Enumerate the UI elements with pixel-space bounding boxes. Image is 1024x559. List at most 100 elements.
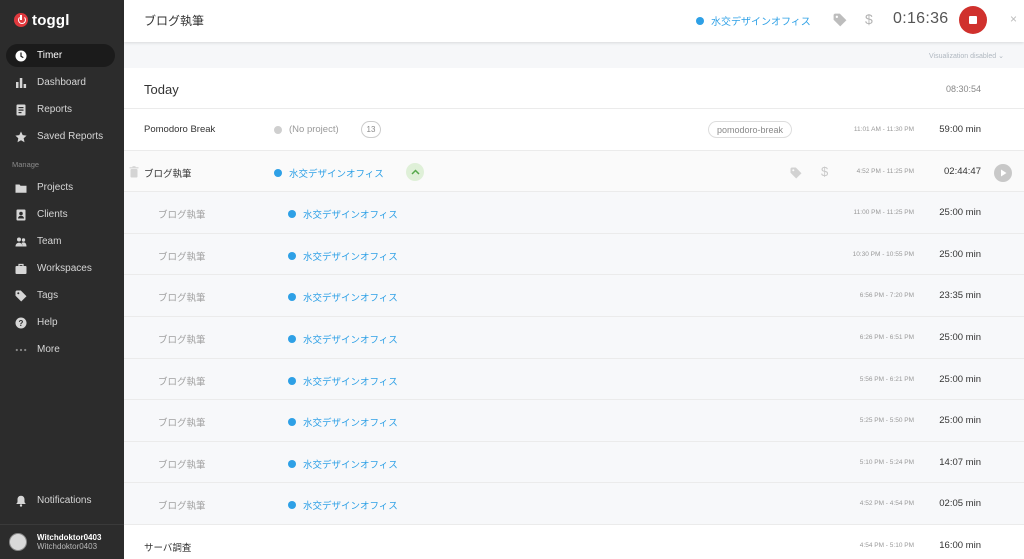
sidebar-item-notifications[interactable]: Notifications — [6, 489, 115, 512]
tag-icon[interactable] — [833, 13, 847, 27]
project-color-dot — [274, 125, 282, 134]
project-color-dot — [696, 16, 704, 25]
sidebar-item-timer[interactable]: Timer — [6, 44, 115, 67]
sidebar-item-label: Clients — [37, 209, 68, 220]
sidebar-item-workspaces[interactable]: Workspaces — [6, 257, 115, 280]
user-profile[interactable]: Witchdoktor0403 Witchdoktor0403 — [0, 524, 124, 559]
entry-description[interactable]: ブログ執筆 — [158, 374, 206, 388]
entry-duration[interactable]: 25:00 min — [939, 415, 981, 426]
svg-text:?: ? — [19, 319, 24, 328]
entry-project[interactable]: 水交デザインオフィス — [288, 290, 398, 304]
entry-description[interactable]: ブログ執筆 — [158, 249, 206, 263]
chevron-up-icon — [410, 169, 420, 175]
time-entry-sub-row[interactable]: ブログ執筆 水交デザインオフィス 10:30 PM - 10:55 PM 25:… — [124, 233, 1024, 276]
entry-description[interactable]: Pomodoro Break — [144, 124, 215, 135]
entry-project[interactable]: (No project) — [274, 124, 339, 135]
sidebar-item-help[interactable]: ? Help — [6, 311, 115, 334]
entry-time-range: 11:00 PM - 11:25 PM — [853, 209, 914, 217]
project-color-dot — [288, 210, 296, 219]
trash-icon[interactable] — [129, 165, 139, 178]
time-entry-sub-row[interactable]: ブログ執筆 水交デザインオフィス 11:00 PM - 11:25 PM 25:… — [124, 192, 1024, 234]
entry-description[interactable]: ブログ執筆 — [158, 457, 206, 471]
entry-project[interactable]: 水交デザインオフィス — [288, 498, 398, 512]
entry-project[interactable]: 水交デザインオフィス — [288, 207, 398, 221]
timer-project-label: 水交デザインオフィス — [711, 17, 811, 28]
entry-project[interactable]: 水交デザインオフィス — [288, 249, 398, 263]
stop-timer-button[interactable] — [959, 6, 987, 34]
tag-icon[interactable] — [790, 167, 802, 179]
project-color-dot — [288, 459, 296, 468]
entry-description[interactable]: ブログ執筆 — [158, 290, 206, 304]
entry-project[interactable]: 水交デザインオフィス — [274, 166, 384, 180]
sidebar-item-tags[interactable]: Tags — [6, 284, 115, 307]
time-entry-sub-row[interactable]: ブログ執筆 水交デザインオフィス 6:26 PM - 6:51 PM 25:00… — [124, 316, 1024, 359]
entry-duration[interactable]: 25:00 min — [939, 249, 981, 260]
entry-project-label: 水交デザインオフィス — [303, 334, 398, 346]
sidebar-item-label: Saved Reports — [37, 131, 104, 142]
time-entry-sub-row[interactable]: ブログ執筆 水交デザインオフィス 5:10 PM - 5:24 PM 14:07… — [124, 441, 1024, 484]
manage-section-label: Manage — [12, 160, 40, 169]
chevron-down-icon: ⌄ — [998, 53, 1004, 60]
visualization-toggle[interactable]: Visualization disabled ⌄ — [929, 52, 1004, 60]
entry-project-label: 水交デザインオフィス — [289, 168, 384, 180]
entry-duration[interactable]: 23:35 min — [939, 290, 981, 301]
sidebar-item-reports[interactable]: Reports — [6, 98, 115, 121]
timer-project-selector[interactable]: 水交デザインオフィス — [696, 13, 811, 28]
sidebar-item-projects[interactable]: Projects — [6, 176, 115, 199]
entry-duration[interactable]: 02:05 min — [939, 498, 981, 509]
sidebar-item-saved-reports[interactable]: Saved Reports — [6, 125, 115, 148]
entry-description[interactable]: サーバ調査 — [144, 540, 191, 554]
time-entry-sub-row[interactable]: ブログ執筆 水交デザインオフィス 5:25 PM - 5:50 PM 25:00… — [124, 400, 1024, 442]
billable-dollar-icon[interactable]: $ — [865, 11, 873, 27]
entry-project[interactable]: 水交デザインオフィス — [288, 415, 398, 429]
sidebar-item-more[interactable]: More — [6, 338, 115, 361]
entry-duration[interactable]: 25:00 min — [939, 207, 981, 218]
entry-description[interactable]: ブログ執筆 — [158, 332, 206, 346]
sidebar-item-label: Help — [37, 317, 58, 328]
power-logo-icon — [14, 13, 28, 27]
toggl-logo[interactable]: toggl — [14, 11, 70, 29]
entry-description[interactable]: ブログ執筆 — [158, 207, 206, 221]
entry-project-label: 水交デザインオフィス — [303, 293, 398, 305]
entry-description[interactable]: ブログ執筆 — [144, 166, 192, 180]
entry-description[interactable]: ブログ執筆 — [158, 415, 206, 429]
project-color-dot — [288, 501, 296, 510]
collapse-group-button[interactable] — [406, 162, 424, 181]
entry-duration[interactable]: 25:00 min — [939, 374, 981, 385]
sidebar-item-clients[interactable]: Clients — [6, 203, 115, 226]
close-icon[interactable]: × — [1010, 12, 1017, 26]
report-icon — [14, 103, 28, 117]
time-entry-sub-row[interactable]: ブログ執筆 水交デザインオフィス 5:56 PM - 6:21 PM 25:00… — [124, 358, 1024, 401]
group-count-badge[interactable]: 13 — [361, 121, 381, 138]
billable-dollar-icon[interactable]: $ — [821, 164, 828, 179]
tag-icon — [14, 289, 28, 303]
main-content: ブログ執筆 水交デザインオフィス $ 0:16:36 × Visualizati… — [124, 0, 1024, 559]
time-entry-sub-row[interactable]: ブログ執筆 水交デザインオフィス 4:52 PM - 4:54 PM 02:05… — [124, 483, 1024, 525]
visualization-label: Visualization disabled — [928, 53, 997, 60]
entry-project[interactable]: 水交デザインオフィス — [288, 332, 398, 346]
briefcase-icon — [14, 262, 28, 276]
play-icon — [1000, 169, 1006, 177]
clock-icon — [14, 49, 28, 63]
entry-project[interactable]: 水交デザインオフィス — [288, 374, 398, 388]
entry-duration[interactable]: 02:44:47 — [944, 166, 981, 177]
continue-button[interactable] — [994, 163, 1012, 182]
entry-duration[interactable]: 25:00 min — [939, 332, 981, 343]
entry-time-range: 5:56 PM - 6:21 PM — [859, 375, 914, 383]
timer-description-input[interactable]: ブログ執筆 — [144, 12, 204, 29]
sidebar-item-dashboard[interactable]: Dashboard — [6, 71, 115, 94]
entry-description[interactable]: ブログ執筆 — [158, 498, 206, 512]
time-entry-row[interactable]: Pomodoro Break (No project) 13 pomodoro-… — [124, 109, 1024, 151]
entry-project-label: 水交デザインオフィス — [303, 501, 398, 513]
bar-chart-icon — [14, 76, 28, 90]
time-entry-group-row[interactable]: ブログ執筆 水交デザインオフィス $ 4:52 PM - 11:25 PM 02… — [124, 150, 1024, 193]
entry-duration[interactable]: 59:00 min — [939, 124, 981, 135]
entry-project[interactable]: 水交デザインオフィス — [288, 457, 398, 471]
entry-duration[interactable]: 14:07 min — [939, 457, 981, 468]
time-entry-sub-row[interactable]: ブログ執筆 水交デザインオフィス 6:56 PM - 7:20 PM 23:35… — [124, 275, 1024, 317]
time-entry-row[interactable]: サーバ調査 4:54 PM - 5:10 PM 16:00 min — [124, 524, 1024, 559]
user-email: Witchdoktor0403 — [37, 542, 98, 551]
entry-tag[interactable]: pomodoro-break — [708, 121, 793, 138]
entry-duration[interactable]: 16:00 min — [939, 540, 981, 551]
sidebar-item-team[interactable]: Team — [6, 230, 115, 253]
